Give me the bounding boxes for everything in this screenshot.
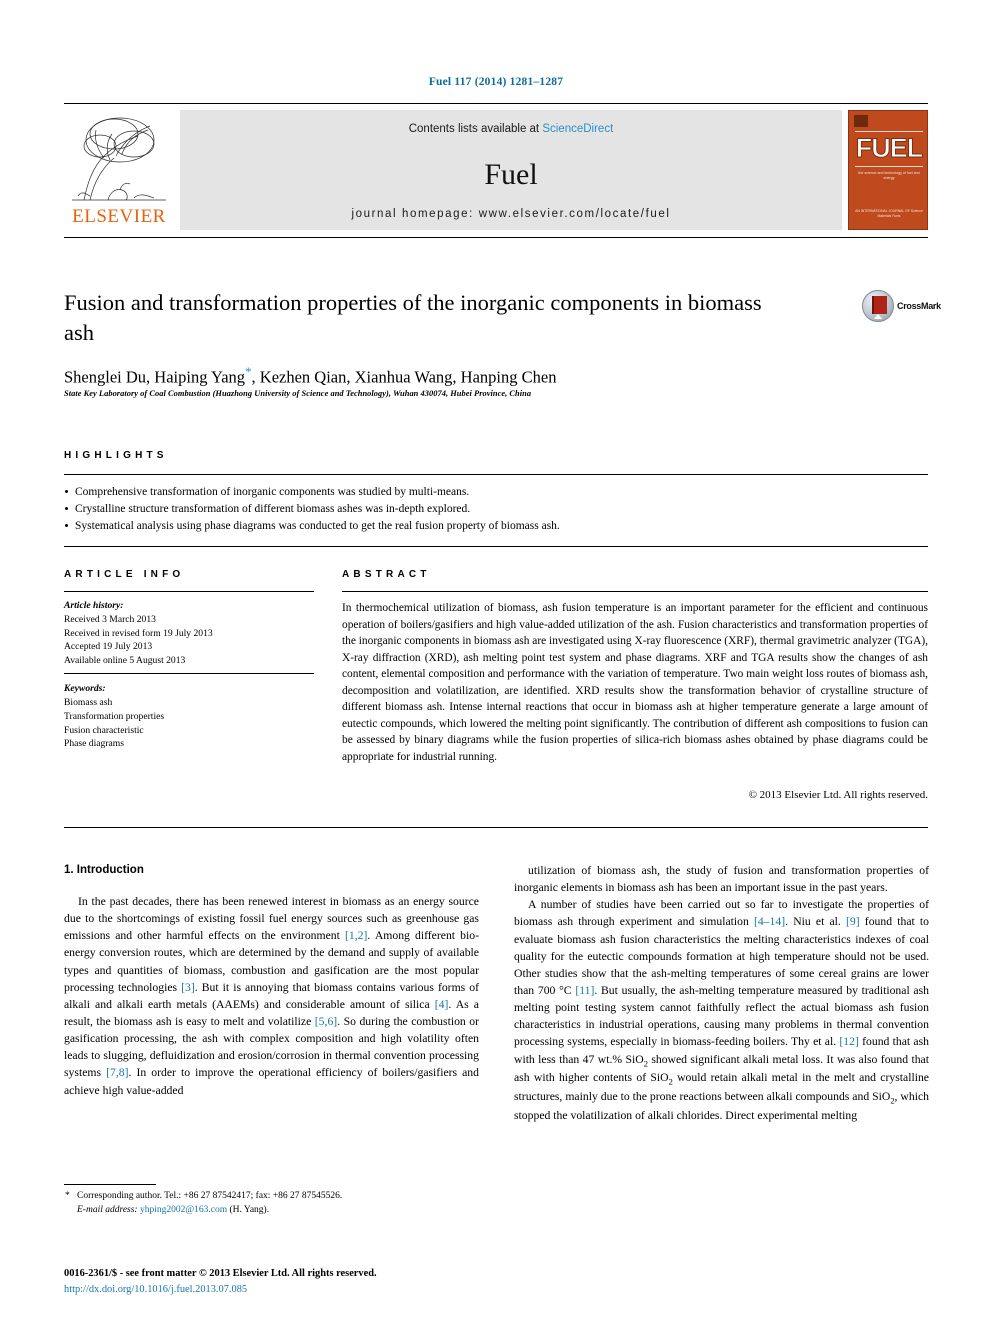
keywords-rule xyxy=(64,673,314,674)
page-footer: 0016-2361/$ - see front matter © 2013 El… xyxy=(64,1266,664,1297)
keywords-label: Keywords: xyxy=(64,683,106,695)
footnote-corresponding: * Corresponding author. Tel.: +86 27 875… xyxy=(64,1189,484,1203)
body-column-right: utilization of biomass ash, the study of… xyxy=(514,862,929,1124)
keyword-item: Transformation properties xyxy=(64,710,165,722)
citation-link[interactable]: [4–14] xyxy=(754,915,785,928)
citation-link[interactable]: [5,6] xyxy=(315,1015,337,1028)
paragraph: utilization of biomass ash, the study of… xyxy=(514,862,929,896)
footnote-rule xyxy=(64,1184,156,1185)
footnote-corresponding-text: Corresponding author. Tel.: +86 27 87542… xyxy=(77,1191,343,1201)
abstract-rule xyxy=(342,591,928,592)
paragraph-text: A number of studies have been carried ou… xyxy=(514,898,930,1122)
elsevier-tree-icon xyxy=(64,110,174,206)
list-item: Crystalline structure transformation of … xyxy=(64,501,884,518)
crossmark-badge[interactable]: CrossMark xyxy=(862,290,941,326)
citation-link[interactable]: [1,2] xyxy=(345,929,367,942)
elsevier-logo: ELSEVIER xyxy=(64,110,174,230)
header-top-rule xyxy=(64,103,928,104)
contents-prefix: Contents lists available at xyxy=(408,123,543,135)
crossmark-label: CrossMark xyxy=(897,301,941,311)
article-history-item: Received in revised form 19 July 2013 xyxy=(64,627,213,639)
citation-link[interactable]: [12] xyxy=(839,1035,858,1048)
article-info-column: Article history: Received 3 March 2013 R… xyxy=(64,599,319,751)
doi-link[interactable]: http://dx.doi.org/10.1016/j.fuel.2013.07… xyxy=(64,1282,664,1298)
author-list: Shenglei Du, Haiping Yang*, Kezhen Qian,… xyxy=(64,364,824,388)
section-heading-introduction: 1. Introduction xyxy=(64,864,144,876)
cover-footer-text: AN INTERNATIONAL JOURNAL OF Science Mate… xyxy=(855,209,923,219)
highlights-top-rule xyxy=(64,474,928,475)
highlights-list: Comprehensive transformation of inorgani… xyxy=(64,484,884,535)
issn-line: 0016-2361/$ - see front matter © 2013 El… xyxy=(64,1268,377,1279)
abstract-text: In thermochemical utilization of biomass… xyxy=(342,602,928,763)
footnote-email: E-mail address: yhping2002@163.com (H. Y… xyxy=(64,1203,484,1217)
copyright-line: © 2013 Elsevier Ltd. All rights reserved… xyxy=(748,789,928,801)
article-history-item: Accepted 19 July 2013 xyxy=(64,641,153,653)
highlights-bottom-rule xyxy=(64,546,928,547)
keyword-item: Phase diagrams xyxy=(64,738,124,750)
crossmark-icon xyxy=(862,290,894,322)
abstract-bottom-rule xyxy=(64,827,928,828)
article-info-heading: ARTICLE INFO xyxy=(64,569,185,580)
paragraph: A number of studies have been carried ou… xyxy=(514,896,929,1123)
list-item: Systematical analysis using phase diagra… xyxy=(64,518,884,535)
sciencedirect-link[interactable]: ScienceDirect xyxy=(542,123,613,135)
email-owner: (H. Yang). xyxy=(227,1205,270,1216)
citation-link[interactable]: [9] xyxy=(846,915,860,928)
journal-cover-thumbnail: FUEL the science and technology of fuel … xyxy=(848,110,928,230)
document-page: Fuel 117 (2014) 1281–1287 ELSEVIER Conte… xyxy=(0,0,992,1323)
authors-leading: Shenglei Du, Haiping Yang xyxy=(64,367,246,387)
header-bottom-rule xyxy=(64,237,928,238)
paragraph-text: utilization of biomass ash, the study of… xyxy=(514,864,929,895)
footnote-block: * Corresponding author. Tel.: +86 27 875… xyxy=(64,1189,484,1218)
list-item: Comprehensive transformation of inorgani… xyxy=(64,484,884,501)
paragraph: In the past decades, there has been rene… xyxy=(64,893,479,1099)
contents-available-line: Contents lists available at ScienceDirec… xyxy=(180,123,842,135)
authors-trailing: , Kezhen Qian, Xianhua Wang, Hanping Che… xyxy=(251,367,557,387)
email-label: E-mail address: xyxy=(77,1205,138,1216)
page-title: Fusion and transformation properties of … xyxy=(64,290,762,345)
keyword-item: Biomass ash xyxy=(64,696,113,708)
journal-reference: Fuel 117 (2014) 1281–1287 xyxy=(428,76,564,88)
journal-homepage[interactable]: journal homepage: www.elsevier.com/locat… xyxy=(180,208,842,220)
cover-corner-mark xyxy=(854,115,868,127)
citation-link[interactable]: [7,8] xyxy=(106,1066,128,1079)
footnote-marker: * xyxy=(65,1191,70,1201)
cover-subtitle: the science and technology of fuel and e… xyxy=(858,171,920,181)
affiliation: State Key Laboratory of Coal Combustion … xyxy=(64,389,532,398)
article-history-item: Available online 5 August 2013 xyxy=(64,655,186,667)
crossmark-book-shape xyxy=(872,296,887,314)
citation-link[interactable]: [11] xyxy=(575,984,594,997)
crossmark-arrow-shape xyxy=(874,314,882,319)
cover-wordmark: FUEL xyxy=(855,133,924,164)
keyword-item: Fusion characteristic xyxy=(64,724,144,736)
highlights-heading: HIGHLIGHTS xyxy=(64,450,168,461)
citation-link[interactable]: [3] xyxy=(181,981,195,994)
journal-masthead: Contents lists available at ScienceDirec… xyxy=(180,110,842,230)
paragraph-text: In the past decades, there has been rene… xyxy=(64,895,480,1097)
article-history-label: Article history: xyxy=(64,600,124,611)
journal-title: Fuel xyxy=(484,158,538,191)
elsevier-wordmark: ELSEVIER xyxy=(72,206,166,227)
email-link[interactable]: yhping2002@163.com xyxy=(140,1205,227,1215)
body-column-left: In the past decades, there has been rene… xyxy=(64,893,479,1099)
citation-link[interactable]: [4] xyxy=(435,998,449,1011)
article-history-item: Received 3 March 2013 xyxy=(64,613,156,625)
article-info-rule xyxy=(64,591,314,592)
abstract-heading: ABSTRACT xyxy=(342,569,431,580)
